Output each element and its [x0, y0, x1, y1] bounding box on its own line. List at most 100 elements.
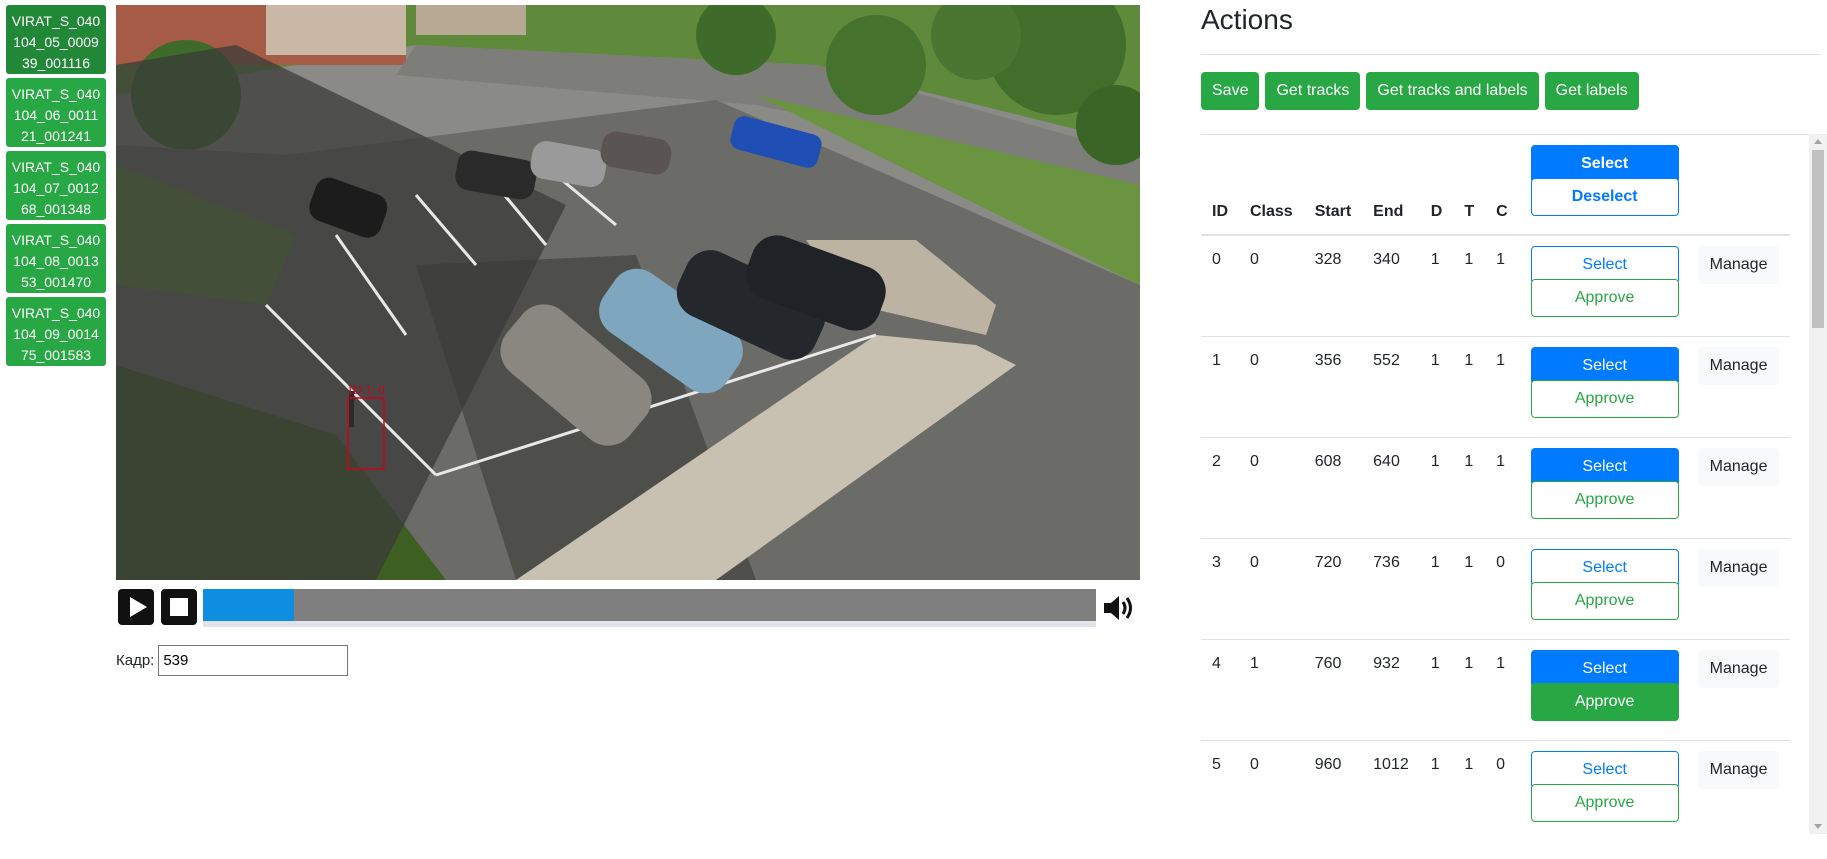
cell-class: 0	[1239, 437, 1304, 539]
cell-actions: Select Approve	[1518, 639, 1687, 741]
play-button[interactable]	[118, 589, 154, 625]
cell-c: 1	[1485, 336, 1519, 438]
deselect-all-button[interactable]: Deselect	[1530, 178, 1679, 216]
scroll-up-icon[interactable]	[1814, 139, 1822, 144]
cell-class: 0	[1239, 336, 1304, 438]
cell-end: 340	[1362, 235, 1420, 337]
col-header-c: C	[1485, 135, 1519, 236]
cell-d: 1	[1419, 336, 1454, 438]
table-header-row: ID Class Start End D T C Select Deselect	[1201, 135, 1791, 236]
save-button[interactable]: Save	[1201, 72, 1260, 110]
cell-manage: Manage	[1686, 639, 1791, 741]
cell-start: 720	[1303, 538, 1363, 640]
select-button[interactable]: Select	[1530, 346, 1679, 385]
cell-c: 0	[1485, 538, 1519, 640]
player-controls	[116, 588, 1140, 628]
scroll-down-icon[interactable]	[1814, 824, 1822, 829]
video-list-item[interactable]: VIRAT_S_040 104_05_0009 39_001116	[6, 5, 106, 74]
actions-toolbar: Save Get tracks Get tracks and labels Get l…	[1201, 72, 1639, 110]
cell-t: 1	[1453, 639, 1486, 741]
col-header-class: Class	[1239, 135, 1304, 236]
cell-c: 1	[1485, 437, 1519, 539]
table-scrollbar[interactable]	[1809, 134, 1827, 834]
cell-class: 0	[1239, 538, 1304, 640]
cell-end: 640	[1362, 437, 1420, 539]
manage-button[interactable]: Manage	[1697, 346, 1780, 385]
col-header-start: Start	[1303, 135, 1363, 236]
video-list-item[interactable]: VIRAT_S_040 104_06_0011 21_001241	[6, 78, 106, 147]
actions-title: Actions	[1201, 4, 1293, 35]
cell-id: 3	[1201, 538, 1239, 640]
cell-start: 960	[1303, 740, 1363, 834]
volume-icon[interactable]	[1101, 591, 1137, 625]
cell-manage: Manage	[1686, 538, 1791, 640]
cell-end: 1012	[1362, 740, 1420, 834]
cell-id: 5	[1201, 740, 1239, 834]
col-header-d: D	[1419, 135, 1454, 236]
cell-actions: Select Approve	[1518, 538, 1687, 640]
cell-id: 1	[1201, 336, 1239, 438]
tracks-table-body: 0 0 328 340 1 1 1 Select Approve Manage 1 0 356 552 1 1…	[1201, 235, 1791, 834]
cell-d: 1	[1419, 437, 1454, 539]
cell-d: 1	[1419, 538, 1454, 640]
cell-d: 1	[1419, 740, 1454, 834]
cell-class: 1	[1239, 639, 1304, 741]
col-header-t: T	[1453, 135, 1486, 236]
select-button[interactable]: Select	[1530, 548, 1679, 587]
approve-button[interactable]: Approve	[1530, 682, 1679, 721]
cell-end: 552	[1362, 336, 1420, 438]
select-button[interactable]: Select	[1530, 750, 1679, 789]
cell-t: 1	[1453, 437, 1486, 539]
cell-id: 4	[1201, 639, 1239, 741]
table-row: 5 0 960 1012 1 1 0 Select Approve Manage	[1201, 740, 1791, 834]
select-button[interactable]: Select	[1530, 447, 1679, 486]
tracks-table: ID Class Start End D T C Select Deselect…	[1201, 135, 1791, 834]
cell-actions: Select Approve	[1518, 235, 1687, 337]
get-tracks-and-labels-button[interactable]: Get tracks and labels	[1366, 72, 1539, 110]
video-list-item[interactable]: VIRAT_S_040 104_08_0013 53_001470	[6, 224, 106, 293]
approve-button[interactable]: Approve	[1530, 480, 1679, 519]
get-labels-button[interactable]: Get labels	[1544, 72, 1639, 110]
table-row: 4 1 760 932 1 1 1 Select Approve Manage	[1201, 639, 1791, 741]
manage-button[interactable]: Manage	[1697, 750, 1780, 789]
col-header-select: Select Deselect	[1518, 135, 1687, 236]
col-header-id: ID	[1201, 135, 1239, 236]
cell-class: 0	[1239, 235, 1304, 337]
table-row: 3 0 720 736 1 1 0 Select Approve Manage	[1201, 538, 1791, 640]
cell-actions: Select Approve	[1518, 336, 1687, 438]
cell-actions: Select Approve	[1518, 740, 1687, 834]
title-divider	[1201, 54, 1821, 55]
approve-button[interactable]: Approve	[1530, 379, 1679, 418]
video-list-item[interactable]: VIRAT_S_040 104_09_0014 75_001583	[6, 297, 106, 366]
cell-t: 1	[1453, 235, 1486, 337]
scroll-thumb[interactable]	[1812, 150, 1824, 328]
cell-c: 1	[1485, 235, 1519, 337]
get-tracks-button[interactable]: Get tracks	[1265, 72, 1361, 110]
manage-button[interactable]: Manage	[1697, 548, 1780, 587]
approve-button[interactable]: Approve	[1530, 783, 1679, 822]
select-button[interactable]: Select	[1530, 649, 1679, 688]
cell-d: 1	[1419, 639, 1454, 741]
approve-button[interactable]: Approve	[1530, 279, 1679, 317]
manage-button[interactable]: Manage	[1697, 447, 1780, 486]
cell-c: 1	[1485, 639, 1519, 741]
col-header-manage	[1686, 135, 1791, 236]
cell-d: 1	[1419, 235, 1454, 337]
cell-class: 0	[1239, 740, 1304, 834]
manage-button[interactable]: Manage	[1697, 649, 1780, 688]
cell-id: 2	[1201, 437, 1239, 539]
seek-bar-fill	[203, 589, 295, 621]
table-row: 2 0 608 640 1 1 1 Select Approve Manage	[1201, 437, 1791, 539]
frame-row: Кадр:	[116, 644, 349, 676]
video-list-item[interactable]: VIRAT_S_040 104_07_0012 68_001348	[6, 151, 106, 220]
approve-button[interactable]: Approve	[1530, 581, 1679, 620]
cell-t: 1	[1453, 336, 1486, 438]
stop-button[interactable]	[161, 589, 197, 625]
frame-input[interactable]	[158, 644, 349, 676]
cell-t: 1	[1453, 538, 1486, 640]
manage-button[interactable]: Manage	[1697, 246, 1780, 284]
seek-bar[interactable]	[203, 589, 1096, 627]
video-frame[interactable]: ID 1: 0	[116, 5, 1140, 580]
cell-id: 0	[1201, 235, 1239, 337]
cell-c: 0	[1485, 740, 1519, 834]
